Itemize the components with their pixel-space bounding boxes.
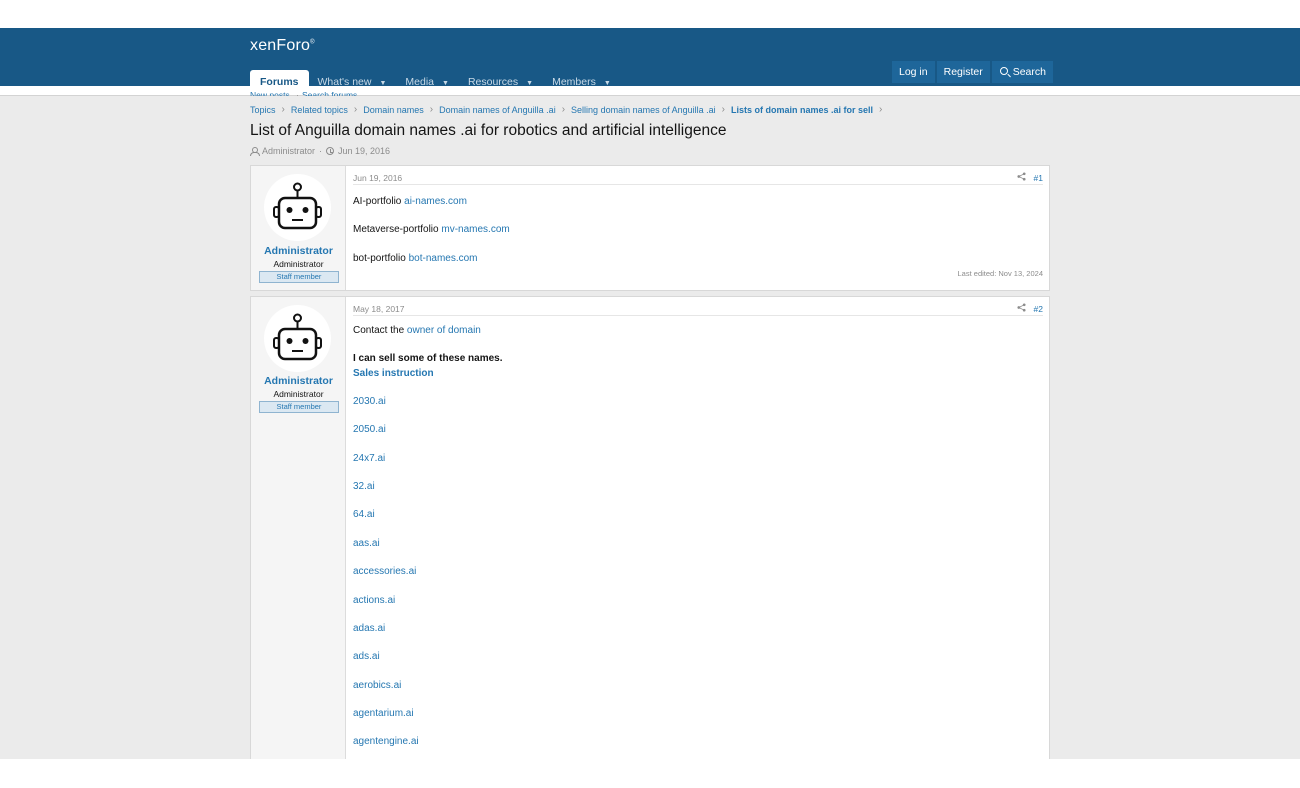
domain-link[interactable]: 2050.ai xyxy=(353,424,386,435)
post-user-cell: Administrator Administrator Staff member xyxy=(251,297,346,759)
site-header: xenForo® Forums What's new ▼ Media ▼ Resou… xyxy=(0,28,1300,88)
site-logo[interactable]: xenForo® xyxy=(250,37,315,55)
post-1: Administrator Administrator Staff member… xyxy=(250,165,1050,291)
post-date[interactable]: May 18, 2017 xyxy=(353,304,405,314)
nav-tab-members[interactable]: Members ▼ xyxy=(543,70,621,88)
post-main: May 18, 2017 #2 Contact the owner of dom… xyxy=(347,297,1049,759)
nav-tab-whats-new[interactable]: What's new ▼ xyxy=(309,70,397,88)
chevron-right-icon: › xyxy=(879,104,883,115)
chevron-right-icon: › xyxy=(429,104,434,115)
last-edited: Last edited: Nov 13, 2024 xyxy=(957,269,1043,278)
user-icon xyxy=(250,147,260,156)
thread-meta: Administrator · Jun 19, 2016 xyxy=(250,146,390,156)
domain-link[interactable]: adas.ai xyxy=(353,623,385,634)
page-title: List of Anguilla domain names .ai for ro… xyxy=(250,122,727,139)
nav-tab-forums[interactable]: Forums xyxy=(250,70,309,88)
robot-icon xyxy=(273,313,322,361)
sell-note: I can sell some of these names. xyxy=(353,353,503,365)
staff-badge: Staff member xyxy=(259,271,339,283)
thread-date[interactable]: Jun 19, 2016 xyxy=(338,146,390,156)
page: xenForo® Forums What's new ▼ Media ▼ Resou… xyxy=(0,28,1300,759)
subnav-search-forums[interactable]: Search forums xyxy=(302,90,357,96)
main-nav: Forums What's new ▼ Media ▼ Resources ▼ Mem… xyxy=(250,70,621,88)
domain-link[interactable]: agentengine.ai xyxy=(353,736,419,747)
subnav-separator: · xyxy=(296,90,299,96)
breadcrumb: Topics › Related topics › Domain names › Do… xyxy=(250,104,888,115)
post-user-cell: Administrator Administrator Staff member xyxy=(251,166,346,290)
breadcrumb-item[interactable]: Domain names xyxy=(363,105,424,115)
domain-link[interactable]: accessories.ai xyxy=(353,566,416,577)
post-username[interactable]: Administrator xyxy=(251,245,346,257)
domain-link[interactable]: 2030.ai xyxy=(353,396,386,407)
domain-link[interactable]: 32.ai xyxy=(353,481,375,492)
staff-badge: Staff member xyxy=(259,401,339,413)
post-date[interactable]: Jun 19, 2016 xyxy=(353,173,402,183)
domain-link[interactable]: actions.ai xyxy=(353,595,395,606)
breadcrumb-item[interactable]: Topics xyxy=(250,105,276,115)
avatar[interactable] xyxy=(264,305,331,372)
account-links: Log in Register Search xyxy=(890,61,1053,83)
sales-instruction-link[interactable]: Sales instruction xyxy=(353,368,434,379)
domain-link[interactable]: ads.ai xyxy=(353,651,380,662)
post-username[interactable]: Administrator xyxy=(251,375,346,387)
sub-nav: New posts · Search forums xyxy=(0,86,1300,96)
nav-tab-media[interactable]: Media ▼ xyxy=(396,70,459,88)
portfolio-link[interactable]: mv-names.com xyxy=(441,224,509,235)
chevron-right-icon: › xyxy=(561,104,566,115)
clock-icon xyxy=(326,147,335,155)
domain-link[interactable]: 24x7.ai xyxy=(353,453,385,464)
post-body: Contact the owner of domain I can sell s… xyxy=(353,325,503,748)
post-2: Administrator Administrator Staff member… xyxy=(250,296,1050,759)
chevron-right-icon: › xyxy=(353,104,358,115)
share-icon[interactable] xyxy=(1017,172,1026,181)
domain-link[interactable]: aerobics.ai xyxy=(353,680,401,691)
domain-link[interactable]: agentarium.ai xyxy=(353,708,414,719)
robot-icon xyxy=(273,182,322,230)
share-icon[interactable] xyxy=(1017,303,1026,312)
post-header: May 18, 2017 #2 xyxy=(353,302,1043,316)
portfolio-link[interactable]: bot-names.com xyxy=(409,253,478,264)
login-button[interactable]: Log in xyxy=(892,61,935,83)
thread-author[interactable]: Administrator xyxy=(262,146,315,156)
portfolio-link[interactable]: ai-names.com xyxy=(404,196,467,207)
post-body: AI-portfolio ai-names.com Metaverse-port… xyxy=(353,196,510,264)
breadcrumb-item[interactable]: Related topics xyxy=(291,105,348,115)
post-number[interactable]: #2 xyxy=(1034,304,1043,314)
owner-link[interactable]: owner of domain xyxy=(407,325,481,336)
breadcrumb-item[interactable]: Lists of domain names .ai for sell xyxy=(731,105,873,115)
register-button[interactable]: Register xyxy=(936,61,990,83)
post-header: Jun 19, 2016 #1 xyxy=(353,171,1043,185)
breadcrumb-item[interactable]: Domain names of Anguilla .ai xyxy=(439,105,556,115)
domain-link[interactable]: 64.ai xyxy=(353,509,375,520)
avatar[interactable] xyxy=(264,174,331,241)
search-button[interactable]: Search xyxy=(991,61,1053,83)
subnav-new-posts[interactable]: New posts xyxy=(250,90,290,96)
domain-link[interactable]: aas.ai xyxy=(353,538,380,549)
breadcrumb-item[interactable]: Selling domain names of Anguilla .ai xyxy=(571,105,716,115)
post-number[interactable]: #1 xyxy=(1034,173,1043,183)
chevron-right-icon: › xyxy=(721,104,725,115)
chevron-right-icon: › xyxy=(281,104,285,115)
post-user-title: Administrator xyxy=(273,389,324,399)
post-user-title: Administrator xyxy=(273,259,324,269)
nav-tab-resources[interactable]: Resources ▼ xyxy=(459,70,543,88)
search-icon xyxy=(999,67,1008,75)
post-main: Jun 19, 2016 #1 AI-portfolio ai-names.co… xyxy=(347,166,1049,290)
